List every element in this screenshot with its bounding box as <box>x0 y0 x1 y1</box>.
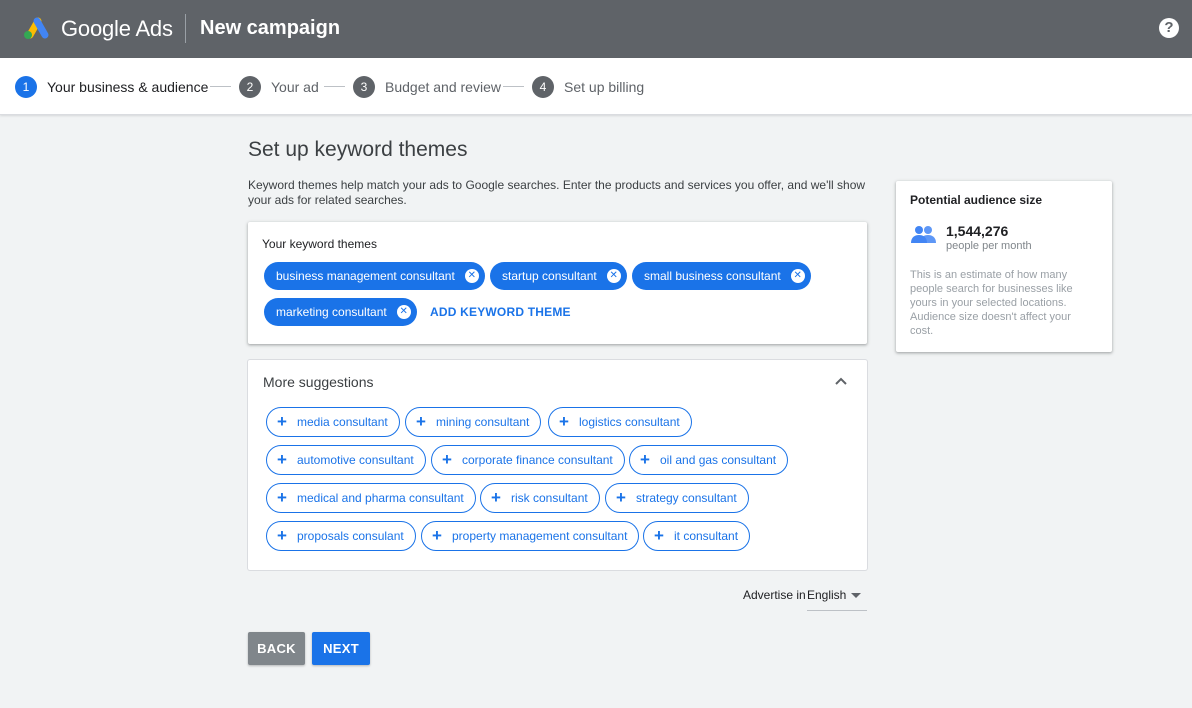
suggestions-card: More suggestions + media consultant + mi… <box>248 360 867 570</box>
suggestion-chip[interactable]: + proposals consulant <box>266 521 416 551</box>
plus-icon: + <box>277 488 287 507</box>
plus-icon: + <box>616 488 626 507</box>
people-icon <box>911 226 936 243</box>
step-your-ad[interactable]: 2 Your ad <box>239 76 319 98</box>
add-keyword-theme-button[interactable]: ADD KEYWORD THEME <box>430 305 571 319</box>
section-title: Set up keyword themes <box>248 138 468 161</box>
app-header: Google Ads New campaign ? <box>0 0 1192 58</box>
google-ads-logo-icon <box>24 17 49 39</box>
remove-chip-icon[interactable]: ✕ <box>396 305 411 319</box>
plus-icon: + <box>277 450 287 469</box>
keyword-chip: startup consultant ✕ <box>490 262 627 290</box>
help-icon[interactable]: ? <box>1159 18 1179 38</box>
remove-chip-icon[interactable]: ✕ <box>790 269 805 283</box>
keyword-chip: small business consultant ✕ <box>632 262 811 290</box>
plus-icon: + <box>491 488 501 507</box>
plus-icon: + <box>277 412 287 431</box>
language-value: English <box>807 588 847 602</box>
header-divider <box>185 14 186 43</box>
suggestion-label: medical and pharma consultant <box>297 491 464 505</box>
plus-icon: + <box>277 526 287 545</box>
step-connector <box>210 86 231 87</box>
back-button[interactable]: BACK <box>248 632 305 665</box>
advertise-in-label: Advertise in <box>743 588 806 602</box>
keyword-themes-card: Your keyword themes business management … <box>248 222 867 344</box>
suggestion-label: corporate finance consultant <box>462 453 613 467</box>
plus-icon: + <box>654 526 664 545</box>
page-heading: New campaign <box>200 17 341 39</box>
suggestions-title: More suggestions <box>263 374 374 390</box>
suggestion-label: oil and gas consultant <box>660 453 777 467</box>
audience-note: This is an estimate of how many people s… <box>910 269 1073 337</box>
suggestion-chip[interactable]: + strategy consultant <box>605 483 749 513</box>
plus-icon: + <box>640 450 650 469</box>
next-button[interactable]: NEXT <box>312 632 370 665</box>
suggestion-label: property management consultant <box>452 529 628 543</box>
suggestion-label: automotive consultant <box>297 453 414 467</box>
remove-chip-icon[interactable]: ✕ <box>606 269 621 283</box>
audience-unit: people per month <box>946 240 1032 252</box>
suggestion-chip[interactable]: + oil and gas consultant <box>629 445 789 475</box>
suggestion-chip[interactable]: + property management consultant <box>421 521 640 551</box>
progress-stepper: 1 Your business & audience 2 Your ad 3 B… <box>0 58 1192 115</box>
step-label: Your ad <box>271 79 319 95</box>
keyword-chip: marketing consultant ✕ <box>264 298 417 326</box>
step-your-business[interactable]: 1 Your business & audience <box>15 76 208 98</box>
section-description: Keyword themes help match your ads to Go… <box>248 178 866 207</box>
keyword-chip-label: small business consultant <box>644 269 781 283</box>
step-number: 4 <box>532 76 554 98</box>
suggestion-chip[interactable]: + corporate finance consultant <box>431 445 625 475</box>
suggestion-chip[interactable]: + it consultant <box>643 521 751 551</box>
keyword-chip-label: startup consultant <box>502 269 597 283</box>
suggestion-chip[interactable]: + automotive consultant <box>266 445 426 475</box>
suggestion-chip[interactable]: + mining consultant <box>405 407 542 437</box>
audience-count: 1,544,276 <box>946 223 1009 239</box>
audience-size-card: Potential audience size 1,544,276 people… <box>896 181 1112 352</box>
step-number: 3 <box>353 76 375 98</box>
step-budget-review[interactable]: 3 Budget and review <box>353 76 501 98</box>
step-billing[interactable]: 4 Set up billing <box>532 76 644 98</box>
step-label: Your business & audience <box>47 79 209 95</box>
step-label: Set up billing <box>564 79 645 95</box>
suggestion-chip[interactable]: + risk consultant <box>480 483 600 513</box>
plus-icon: + <box>432 526 442 545</box>
step-connector <box>503 86 524 87</box>
step-number: 1 <box>15 76 37 98</box>
suggestion-chip[interactable]: + medical and pharma consultant <box>266 483 476 513</box>
suggestion-label: media consultant <box>297 415 388 429</box>
plus-icon: + <box>559 412 569 431</box>
step-number: 2 <box>239 76 261 98</box>
remove-chip-icon[interactable]: ✕ <box>464 269 479 283</box>
suggestion-chip[interactable]: + logistics consultant <box>548 407 692 437</box>
chevron-up-icon[interactable] <box>832 373 850 391</box>
audience-title: Potential audience size <box>910 193 1043 207</box>
dropdown-arrow-icon <box>851 593 861 598</box>
step-label: Budget and review <box>385 79 501 95</box>
suggestion-label: mining consultant <box>436 415 530 429</box>
suggestion-chip[interactable]: + media consultant <box>266 407 400 437</box>
keyword-chip: business management consultant ✕ <box>264 262 485 290</box>
language-select[interactable]: English <box>807 584 867 611</box>
plus-icon: + <box>416 412 426 431</box>
suggestion-label: it consultant <box>674 529 739 543</box>
plus-icon: + <box>442 450 452 469</box>
suggestion-label: strategy consultant <box>636 491 737 505</box>
keyword-themes-title: Your keyword themes <box>262 237 377 251</box>
brand-name: Google Ads <box>61 16 173 41</box>
keyword-chip-label: business management consultant <box>276 269 455 283</box>
suggestion-label: logistics consultant <box>579 415 680 429</box>
keyword-chip-label: marketing consultant <box>276 305 387 319</box>
step-connector <box>324 86 345 87</box>
suggestion-label: risk consultant <box>511 491 588 505</box>
suggestion-label: proposals consulant <box>297 529 404 543</box>
